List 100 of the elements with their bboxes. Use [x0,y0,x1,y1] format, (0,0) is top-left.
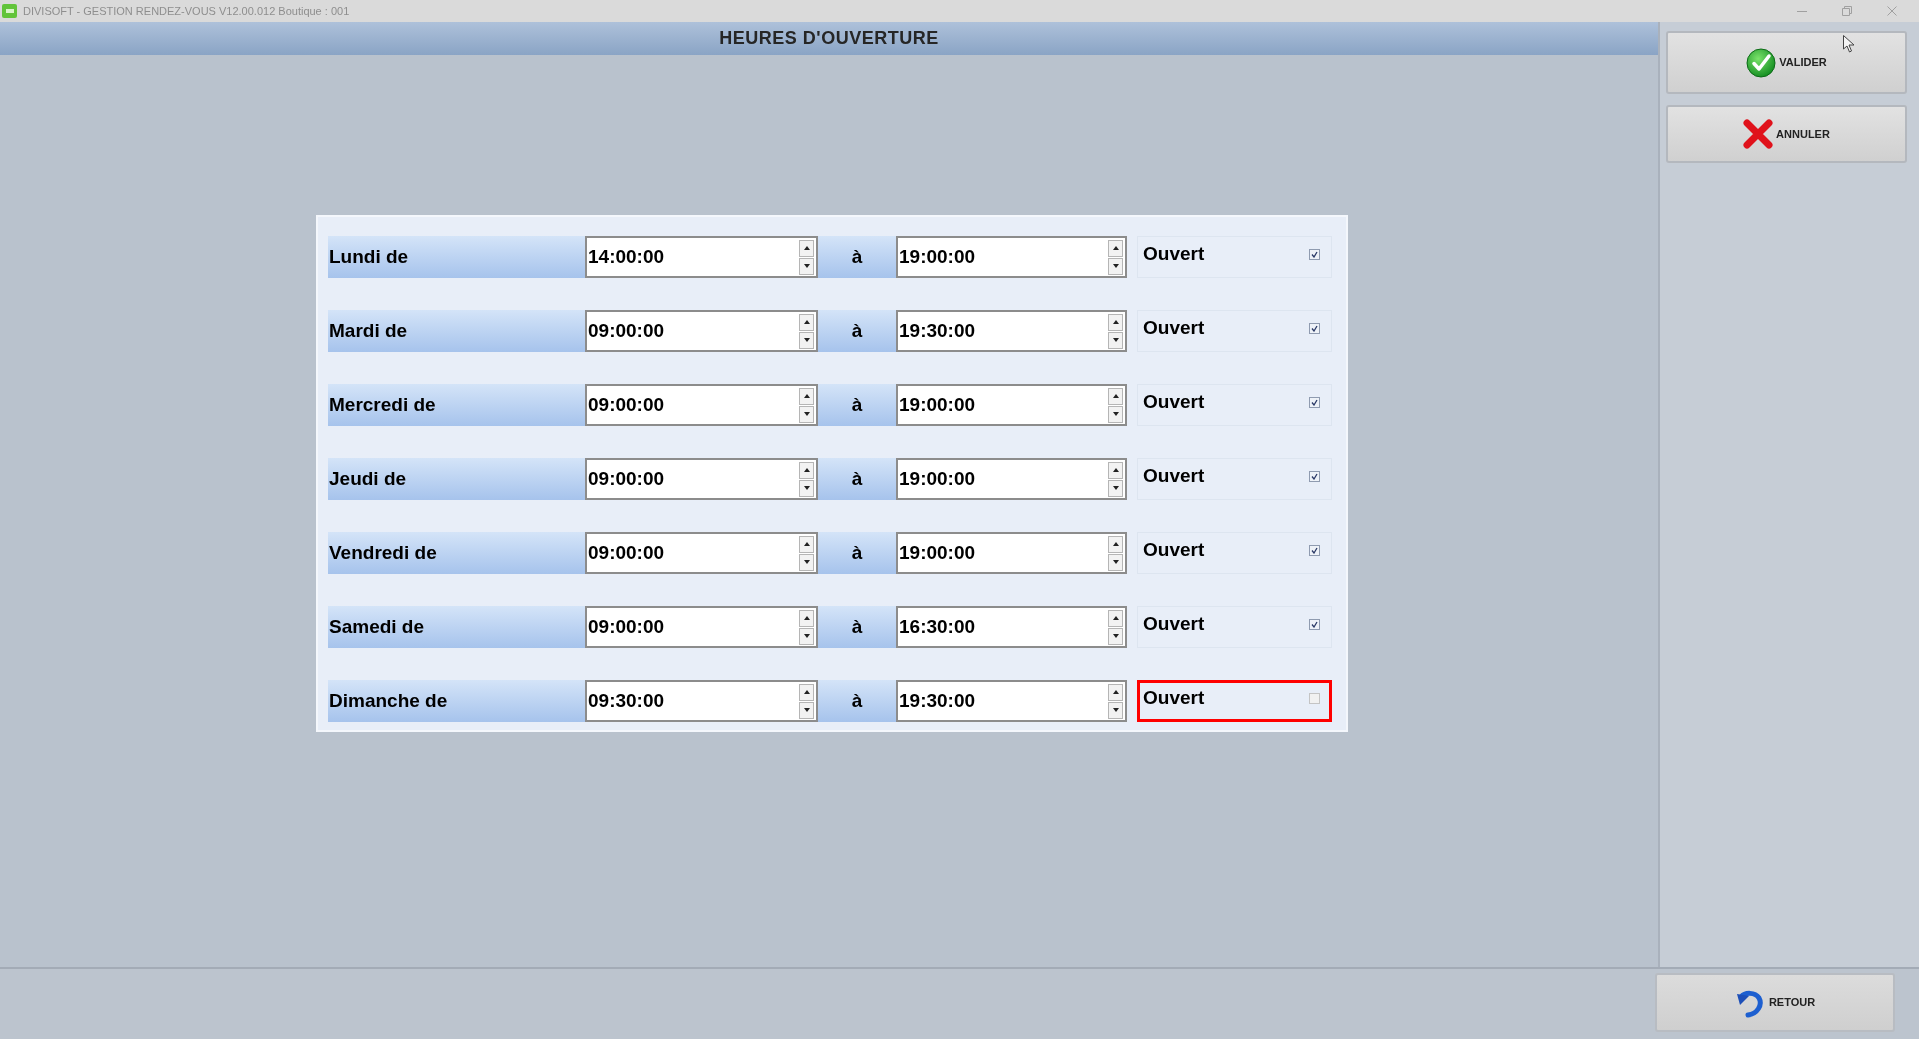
spin-down-button[interactable] [799,479,814,497]
time-input[interactable]: 09:00:00 [585,310,818,352]
spin-up-button[interactable] [799,313,814,331]
spin-up-button[interactable] [1108,239,1123,257]
mouse-cursor-icon [1843,35,1855,53]
open-checkbox[interactable] [1309,323,1320,334]
up-triangle-icon [1112,468,1119,472]
time-input[interactable]: 09:00:00 [585,606,818,648]
open-checkbox-label[interactable]: Ouvert [1143,610,1205,639]
open-checkbox-label[interactable]: Ouvert [1143,536,1205,565]
up-triangle-icon [803,246,810,250]
restore-icon [1842,6,1852,16]
up-triangle-icon [803,616,810,620]
up-triangle-icon [1112,394,1119,398]
open-checkbox[interactable] [1309,693,1320,704]
open-checkbox-label[interactable]: Ouvert [1143,462,1205,491]
time-input[interactable]: 19:00:00 [896,236,1127,278]
spin-up-button[interactable] [1108,609,1123,627]
day-label: Jeudi de [328,458,585,500]
separator-label: à [818,680,896,722]
open-checkbox-label[interactable]: Ouvert [1143,314,1205,343]
spin-down-button[interactable] [1108,331,1123,349]
page-title: HEURES D'OUVERTURE [719,27,939,50]
time-input[interactable]: 19:30:00 [896,680,1127,722]
day-label: Dimanche de [328,680,585,722]
time-input[interactable]: 19:00:00 [896,384,1127,426]
time-input[interactable]: 09:00:00 [585,532,818,574]
check-icon [1311,547,1318,554]
separator-label: à [818,532,896,574]
validate-button[interactable]: VALIDER [1666,31,1907,94]
spin-up-button[interactable] [799,609,814,627]
spin-up-button[interactable] [799,387,814,405]
time-input[interactable]: 09:00:00 [585,384,818,426]
down-triangle-icon [803,264,810,268]
down-triangle-icon [803,338,810,342]
time-input[interactable]: 09:00:00 [585,458,818,500]
up-triangle-icon [1112,320,1119,324]
down-triangle-icon [1112,264,1119,268]
up-triangle-icon [803,320,810,324]
spin-up-button[interactable] [1108,535,1123,553]
day-label: Samedi de [328,606,585,648]
time-input[interactable]: 16:30:00 [896,606,1127,648]
separator-label: à [818,384,896,426]
day-label: Mardi de [328,310,585,352]
spin-down-button[interactable] [799,627,814,645]
open-checkbox[interactable] [1309,471,1320,482]
day-label: Lundi de [328,236,585,278]
spin-up-button[interactable] [1108,683,1123,701]
open-checkbox-label[interactable]: Ouvert [1143,684,1205,713]
check-circle-icon [1746,47,1777,78]
down-triangle-icon [803,486,810,490]
spin-up-button[interactable] [1108,461,1123,479]
time-input[interactable]: 19:00:00 [896,458,1127,500]
spin-up-button[interactable] [799,535,814,553]
up-triangle-icon [803,690,810,694]
open-checkbox[interactable] [1309,545,1320,556]
check-icon [1311,251,1318,258]
open-checkbox[interactable] [1309,249,1320,260]
time-input[interactable]: 19:30:00 [896,310,1127,352]
spin-down-button[interactable] [799,257,814,275]
up-triangle-icon [1112,690,1119,694]
down-triangle-icon [803,412,810,416]
up-triangle-icon [1112,616,1119,620]
spin-down-button[interactable] [1108,479,1123,497]
open-checkbox[interactable] [1309,619,1320,630]
spin-up-button[interactable] [799,683,814,701]
time-input[interactable]: 14:00:00 [585,236,818,278]
spin-down-button[interactable] [1108,257,1123,275]
open-checkbox-label[interactable]: Ouvert [1143,240,1205,269]
day-label: Mercredi de [328,384,585,426]
spin-down-button[interactable] [1108,701,1123,719]
back-button[interactable]: RETOUR [1655,973,1895,1032]
spin-down-button[interactable] [799,405,814,423]
open-checkbox-label[interactable]: Ouvert [1143,388,1205,417]
window-title: DIVISOFT - GESTION RENDEZ-VOUS V12.00.012 Boutique : 001 [23,3,350,19]
up-triangle-icon [803,542,810,546]
down-triangle-icon [1112,708,1119,712]
spin-down-button[interactable] [799,701,814,719]
spin-up-button[interactable] [799,461,814,479]
spin-up-button[interactable] [1108,387,1123,405]
time-input[interactable]: 19:00:00 [896,532,1127,574]
cancel-button[interactable]: ANNULER [1666,105,1907,163]
spin-down-button[interactable] [799,331,814,349]
check-icon [1311,325,1318,332]
spin-up-button[interactable] [1108,313,1123,331]
down-triangle-icon [1112,486,1119,490]
spin-down-button[interactable] [1108,553,1123,571]
cross-icon [1743,119,1774,149]
down-triangle-icon [803,634,810,638]
day-label: Vendredi de [328,532,585,574]
spin-down-button[interactable] [1108,627,1123,645]
spin-down-button[interactable] [1108,405,1123,423]
down-triangle-icon [1112,412,1119,416]
time-input[interactable]: 09:30:00 [585,680,818,722]
open-checkbox[interactable] [1309,397,1320,408]
separator-label: à [818,606,896,648]
spin-down-button[interactable] [799,553,814,571]
down-triangle-icon [1112,338,1119,342]
spin-up-button[interactable] [799,239,814,257]
separator-label: à [818,310,896,352]
